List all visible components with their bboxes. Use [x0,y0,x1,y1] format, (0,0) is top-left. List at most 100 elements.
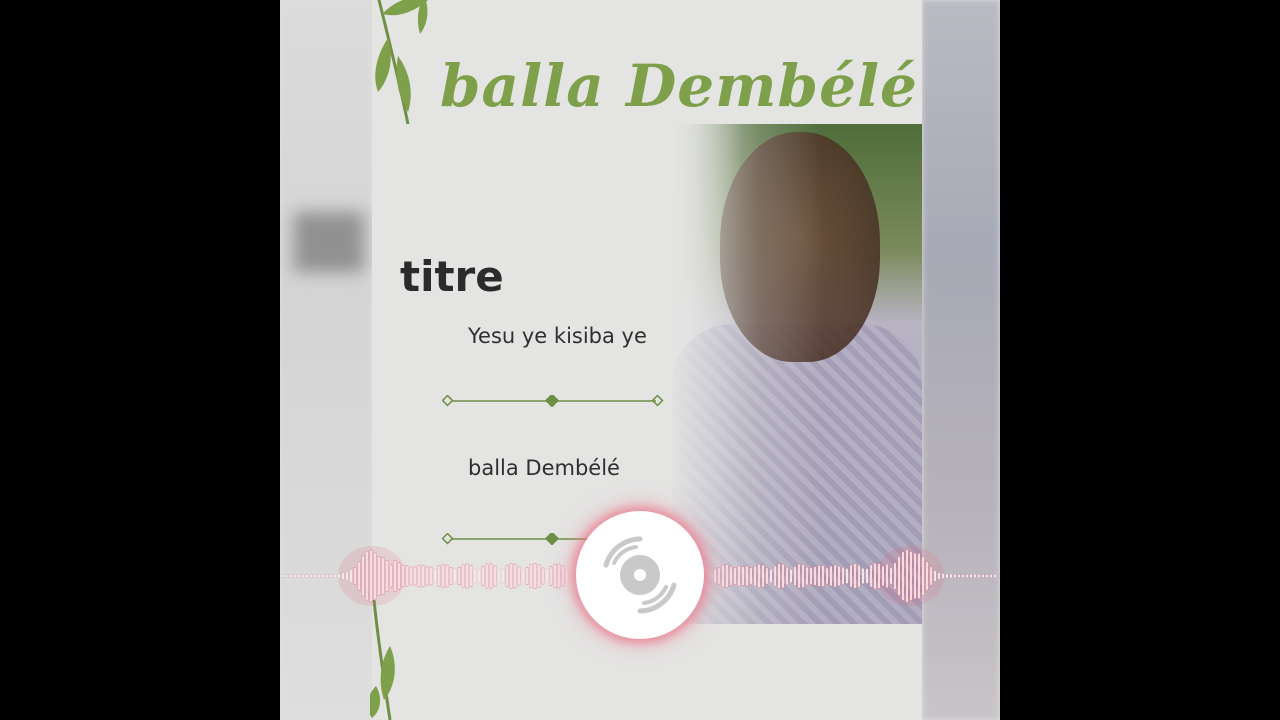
visualizer-bar [733,567,737,585]
visualizer-bar [521,569,525,583]
visualizer-bar [309,574,313,578]
visualizer-bar [813,566,817,586]
visualizer-bar [425,566,429,586]
visualizer-bar [945,573,949,579]
song-title: Yesu ye kisiba ye [468,324,647,348]
visualizer-bar [505,564,509,588]
visualizer-bar [769,569,773,583]
blurred-background-right [922,0,1000,720]
visualizer-bar [369,549,373,603]
visualizer-bar [281,574,285,578]
visualizer-bar [829,565,833,587]
visualizer-bar [933,570,937,582]
visualizer-bar [965,574,969,578]
visualizer-bar [381,557,385,595]
visualizer-bar [917,553,921,599]
visualizer-bar [517,566,521,586]
visualizer-bar [901,551,905,601]
visualizer-bar [373,552,377,600]
visualizer-bar [801,564,805,588]
visualizer-bar [553,563,557,589]
visualizer-bar [557,563,561,589]
disc-icon [603,536,677,614]
visualizer-bar [969,574,973,578]
visualizer-bar [297,574,301,578]
visualizer-bar [725,564,729,588]
visualizer-bar [325,574,329,578]
visualizer-bar [805,566,809,586]
visualizer-bar [785,566,789,586]
visualizer-bar [441,563,445,589]
visualizer-bar [845,568,849,584]
visualizer-bar [353,566,357,586]
visualizer-bar [409,566,413,586]
visualizer-bar [897,556,901,596]
visualizer-bar [937,572,941,580]
visualizer-bar [497,568,501,584]
visualizer-bar [405,564,409,588]
visualizer-bar [477,569,481,583]
visualizer-bar [957,574,961,578]
visualizer-bar [469,564,473,588]
poster-title: balla Dembélé [440,52,918,120]
visualizer-bar [857,564,861,588]
visualizer-bar [837,565,841,587]
visualizer-bar [973,574,977,578]
visualizer-bar [885,563,889,589]
visualizer-bar [861,568,865,584]
visualizer-bar [821,565,825,587]
visualizer-bar [745,565,749,587]
visualizer-bar [349,569,353,583]
visualizer-bar [953,574,957,578]
visualizer-bar [993,574,997,578]
visualizer-bar [921,556,925,596]
visualizer-bar [457,566,461,586]
disc-button[interactable] [576,511,704,639]
visualizer-bar [833,564,837,588]
visualizer-bar [305,574,309,578]
visualizer-bar [873,562,877,590]
visualizer-bar [817,565,821,587]
visualizer-bar [869,564,873,588]
visualizer-bar [893,562,897,590]
visualizer-bar [329,574,333,578]
visualizer-bar [541,567,545,585]
visualizer-bar [977,574,981,578]
visualizer-bar [377,556,381,596]
visualizer-bar [433,568,437,584]
visualizer-bar [949,574,953,578]
visualizer-bar [721,564,725,588]
visualizer-bar [713,569,717,583]
visualizer-bar [889,567,893,585]
visualizer-bar [881,565,885,587]
visualizer-bar [549,566,553,586]
visualizer-bar [825,567,829,585]
visualizer-bar [749,567,753,585]
visualizer-bar [741,566,745,586]
visualizer-bar [729,566,733,586]
visualizer-bar [485,563,489,589]
visualizer-bar [429,566,433,586]
visualizer-bar [941,573,945,579]
visualizer-bar [357,561,361,591]
visualizer-bar [385,560,389,592]
visualizer-bar [853,563,857,589]
visualizer-bar [797,563,801,589]
visualizer-bar [285,574,289,578]
visualizer-bar [717,567,721,585]
visualizer-bar [301,574,305,578]
visualizer-bar [757,563,761,589]
visualizer-bar [561,565,565,587]
visualizer-bar [525,566,529,586]
visualizer-bar [501,568,505,584]
visualizer-bar [737,565,741,587]
visualizer-bar [865,568,869,584]
visualizer-bar [809,567,813,585]
visualizer-bar [753,565,757,587]
visualizer-bar [389,564,393,588]
visualizer-bar [293,574,297,578]
visualizer-bar [333,574,337,578]
divider [442,395,664,407]
visualizer-bar [453,568,457,584]
visualizer-bar [569,574,573,578]
